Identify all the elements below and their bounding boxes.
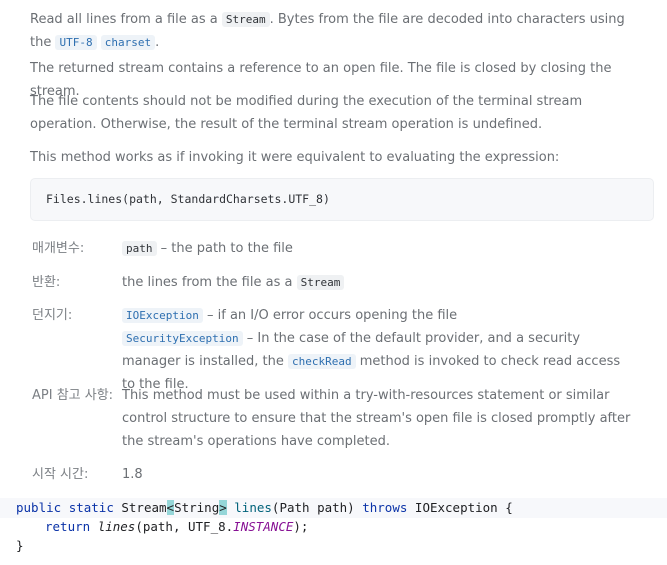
keyword-throws: throws [362, 500, 408, 515]
securityexception-link[interactable]: SecurityException [122, 331, 243, 346]
description-paragraph-4: This method works as if invoking it were… [30, 150, 560, 165]
throws-value: IOException – if an I/O error occurs ope… [122, 304, 637, 396]
keyword-public: public [16, 500, 62, 515]
call-args: (path, UTF_8. [135, 519, 234, 534]
bracket-close: > [219, 500, 227, 515]
since-label: 시작 시간: [32, 467, 89, 482]
example-code-block: Files.lines(path, StandardCharsets.UTF_8… [30, 178, 654, 221]
description-paragraph-3: The file contents should not be modified… [30, 94, 583, 132]
description-text: . [155, 35, 160, 50]
bracket-open: < [166, 500, 175, 515]
keyword-return: return [45, 519, 91, 534]
utf8-link[interactable]: UTF-8 [55, 35, 97, 50]
call-end: ); [293, 519, 309, 534]
method-name: lines [234, 500, 272, 515]
api-note-label: API 참고 사항: [32, 388, 114, 403]
description-text: Read all lines from a file as a [30, 12, 222, 27]
source-code-editor[interactable]: public static Stream<String> lines(Path … [0, 497, 667, 559]
method-params: (Path path) [271, 500, 363, 515]
returns-label: 반환: [32, 275, 61, 290]
param-name: path [122, 241, 157, 256]
generic-type: String [174, 500, 220, 515]
ioexception-description: – if an I/O error occurs opening the fil… [202, 308, 458, 323]
stream-code: Stream [221, 12, 270, 27]
method-call: lines [97, 519, 136, 534]
description-paragraph-1: Read all lines from a file as a Stream. … [30, 8, 640, 54]
params-label: 매개변수: [32, 241, 85, 256]
returns-description: the lines from the file as a [122, 275, 297, 290]
constant-instance: INSTANCE [233, 519, 294, 534]
return-type: Stream [121, 500, 167, 515]
checkread-link[interactable]: checkRead [287, 354, 356, 369]
code-line-2[interactable]: return lines(path, UTF_8.INSTANCE); [0, 517, 667, 537]
javadoc-popup: Read all lines from a file as a Stream. … [0, 0, 667, 494]
keyword-static: static [68, 500, 114, 515]
returns-type: Stream [296, 275, 345, 290]
api-note-value: This method must be used within a try-wi… [122, 388, 631, 449]
returns-value: the lines from the file as a Stream [122, 271, 637, 294]
code-line-1[interactable]: public static Stream<String> lines(Path … [0, 498, 667, 518]
charset-link[interactable]: charset [100, 35, 156, 50]
code-line-3[interactable]: } [0, 536, 667, 556]
throws-label: 던지기: [32, 308, 73, 323]
ioexception-link[interactable]: IOException [122, 308, 203, 323]
since-value: 1.8 [122, 467, 143, 482]
param-description: – the path to the file [156, 241, 293, 256]
exception-type: IOException { [407, 500, 513, 515]
params-value: path – the path to the file [122, 237, 637, 260]
